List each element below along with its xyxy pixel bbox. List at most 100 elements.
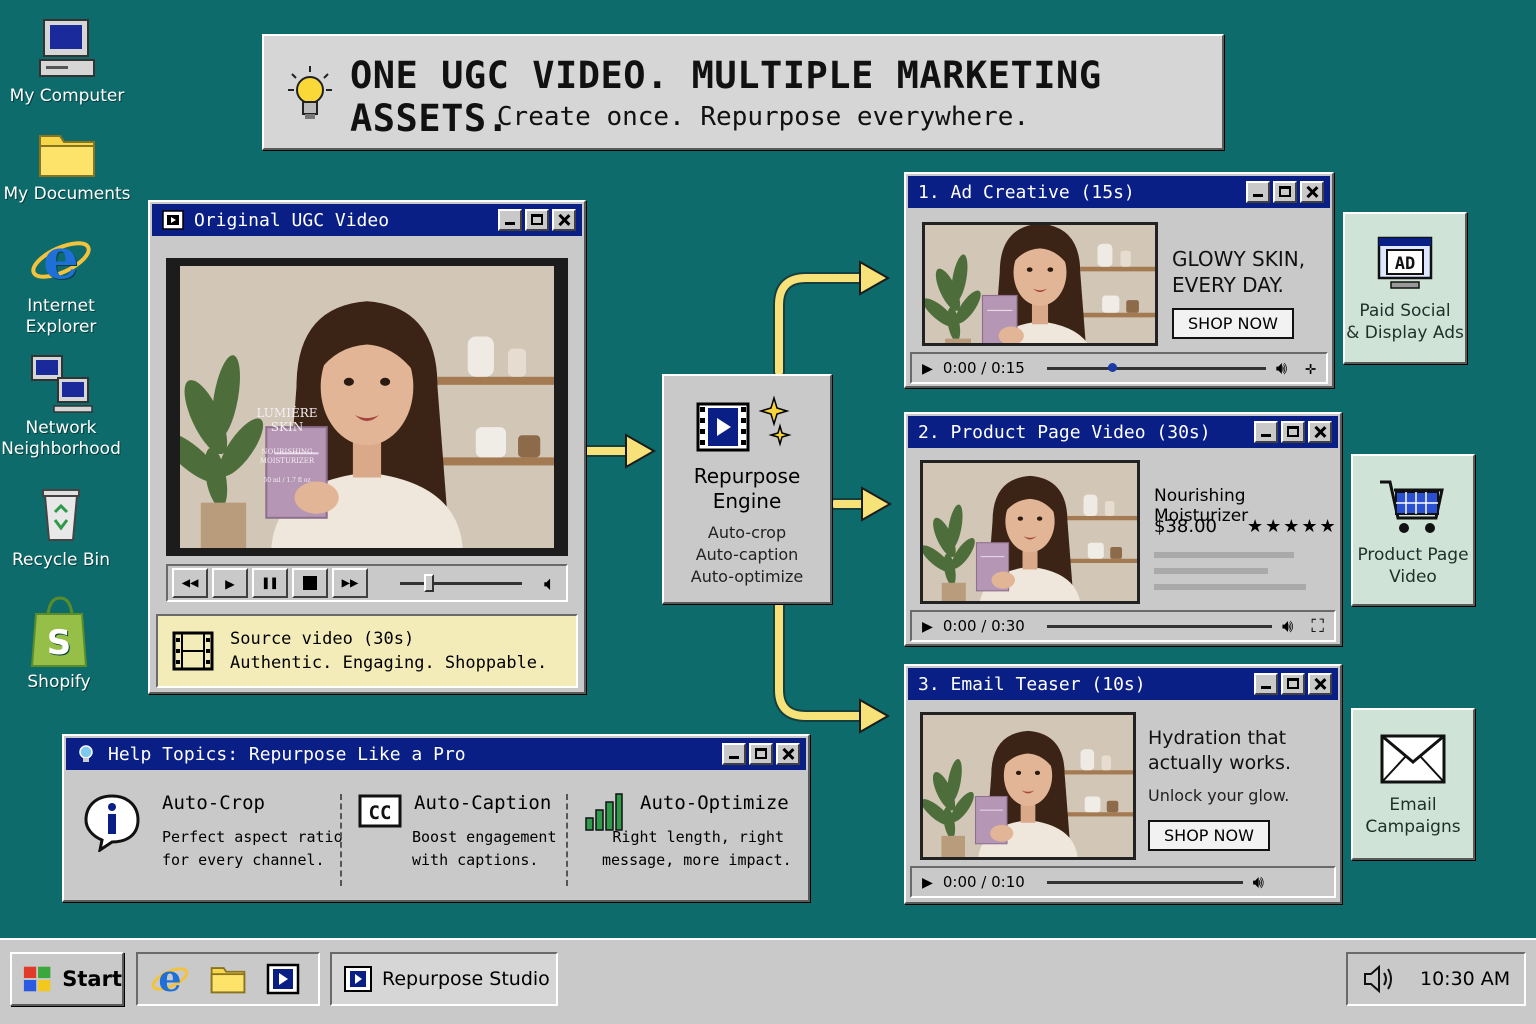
svg-text:e: e [43, 228, 79, 292]
titlebar[interactable]: 1. Ad Creative (15s) [908, 176, 1330, 208]
window-title: 1. Ad Creative (15s) [918, 181, 1135, 203]
video-preview[interactable]: LUMIÈRE SKIN NOURISHING MOISTURIZER 50 m… [180, 266, 554, 548]
play-icon[interactable]: ▶ [922, 358, 933, 379]
engine-feature: Auto-caption [695, 545, 799, 564]
minimize-button[interactable] [1246, 181, 1270, 203]
ad-headline-line1: GLOWY SKIN, [1172, 247, 1306, 271]
product-video-preview[interactable] [920, 460, 1140, 604]
maximize-button[interactable] [525, 209, 549, 231]
help-topics-window[interactable]: Help Topics: Repurpose Like a Pro Auto-C… [62, 734, 810, 902]
stop-button[interactable] [292, 568, 328, 598]
desktop-icon-recycle-bin[interactable]: Recycle Bin [0, 484, 126, 571]
close-button[interactable] [1308, 421, 1332, 443]
start-button[interactable]: Start [10, 952, 124, 1006]
email-video-preview[interactable] [920, 712, 1136, 860]
ad-video-preview[interactable] [922, 222, 1158, 346]
close-button[interactable] [1308, 673, 1332, 695]
closed-caption-icon: CC [358, 794, 402, 828]
ad-progress-track[interactable] [1046, 362, 1266, 372]
volume-icon[interactable]: 🔊︎ [1276, 358, 1287, 379]
volume-icon[interactable]: 🔈︎ [544, 571, 556, 595]
maximize-button[interactable] [1273, 181, 1297, 203]
ie-icon[interactable]: e [150, 959, 190, 999]
volume-icon[interactable]: 🔊︎ [1253, 872, 1264, 893]
recycle-bin-icon [42, 489, 80, 541]
titlebar[interactable]: Help Topics: Repurpose Like a Pro [66, 738, 806, 770]
product-page-card[interactable]: Product Page Video [1351, 454, 1475, 606]
move-icon[interactable]: ✛ [1305, 358, 1316, 379]
volume-icon[interactable]: 🔊︎ [1282, 616, 1293, 637]
email-campaigns-card[interactable]: Email Campaigns [1351, 708, 1475, 860]
maximize-button[interactable] [749, 743, 773, 765]
ad-media-bar: ▶ 0:00 / 0:15 🔊︎ ✛ [910, 352, 1328, 384]
repurpose-engine-panel[interactable]: Repurpose Engine Auto-crop Auto-caption … [662, 374, 832, 604]
desktop-icon-internet-explorer[interactable]: e Internet Explorer [0, 228, 126, 338]
shopify-bag-icon: S [30, 596, 88, 667]
pause-button[interactable]: ❚❚ [252, 568, 288, 598]
close-button[interactable] [1300, 181, 1324, 203]
play-icon[interactable]: ▶ [922, 872, 933, 893]
email-media-bar: ▶ 0:00 / 0:10 🔊︎ [910, 866, 1336, 898]
rewind-button[interactable]: ◀◀ [172, 568, 208, 598]
email-teaser-window[interactable]: 3. Email Teaser (10s) Hydration that act… [904, 664, 1342, 904]
play-button[interactable]: ▶ [212, 568, 248, 598]
help-lamp-icon [79, 745, 93, 762]
network-icon [31, 355, 93, 413]
seek-slider[interactable] [400, 573, 522, 592]
source-info-panel: Source video (30s) Authentic. Engaging. … [156, 614, 578, 688]
product-name: NOURISHING MOISTURIZER [259, 448, 315, 465]
fast-forward-icon: ▶▶ [341, 575, 359, 591]
video-frame: LUMIÈRE SKIN NOURISHING MOISTURIZER 50 m… [166, 258, 568, 556]
product-page-window[interactable]: 2. Product Page Video (30s) Nourishing M… [904, 412, 1342, 646]
email-shop-now-button[interactable]: SHOP NOW [1148, 820, 1270, 851]
desktop-icon-label: Internet Explorer [25, 296, 97, 337]
speaker-icon[interactable] [1362, 964, 1396, 994]
ad-creative-window[interactable]: 1. Ad Creative (15s) GLOWY SKIN, EVERY D… [904, 172, 1334, 388]
media-player-icon[interactable] [266, 963, 300, 995]
player-controls: ◀◀ ▶ ❚❚ ▶▶ 🔈︎ [166, 564, 568, 602]
ad-monitor-icon: AD [1377, 236, 1433, 289]
product-progress-track[interactable] [1046, 624, 1273, 628]
topic-title: Auto-Caption [414, 792, 552, 814]
minimize-button[interactable] [1254, 673, 1278, 695]
titlebar[interactable]: 2. Product Page Video (30s) [908, 416, 1338, 448]
close-button[interactable] [552, 209, 576, 231]
desktop-icon-shopify[interactable]: S Shopify [0, 594, 124, 693]
fullscreen-icon[interactable]: ⛶ [1311, 616, 1324, 637]
ad-shop-now-button[interactable]: SHOP NOW [1172, 308, 1294, 339]
email-time: 0:00 / 0:10 [942, 873, 1025, 891]
minimize-button[interactable] [498, 209, 522, 231]
play-icon[interactable]: ▶ [922, 616, 933, 637]
minimize-button[interactable] [1254, 421, 1278, 443]
email-subline: Unlock your glow. [1148, 786, 1290, 805]
paid-social-card[interactable]: AD Paid Social & Display Ads [1343, 212, 1467, 364]
email-progress-track[interactable] [1046, 880, 1243, 884]
shopping-cart-icon [1380, 480, 1444, 533]
close-button[interactable] [776, 743, 800, 765]
fast-forward-button[interactable]: ▶▶ [332, 568, 368, 598]
minimize-button[interactable] [722, 743, 746, 765]
window-title: 2. Product Page Video (30s) [918, 421, 1211, 443]
maximize-button[interactable] [1281, 673, 1305, 695]
play-icon: ▶ [225, 573, 235, 593]
svg-text:e: e [158, 959, 181, 999]
desktop-icon-my-documents[interactable]: My Documents [2, 128, 132, 205]
titlebar[interactable]: 3. Email Teaser (10s) [908, 668, 1338, 700]
window-title: Original UGC Video [194, 209, 390, 231]
card-label-line2: & Display Ads [1346, 323, 1464, 343]
folder-icon [39, 135, 95, 177]
folder-icon[interactable] [208, 963, 248, 995]
taskbar-task-repurpose-studio[interactable]: Repurpose Studio [330, 952, 558, 1006]
seek-handle[interactable] [424, 573, 434, 592]
original-video-window[interactable]: Original UGC Video LUMIÈRE SKIN NOURISHI… [148, 200, 586, 694]
ad-progress-knob[interactable] [1108, 362, 1118, 372]
arrowhead-product [861, 486, 893, 522]
topic-desc: Perfect aspect ratio [162, 828, 343, 846]
maximize-button[interactable] [1281, 421, 1305, 443]
titlebar[interactable]: Original UGC Video [152, 204, 582, 236]
desktop-icon-my-computer[interactable]: My Computer [2, 16, 132, 107]
arrowhead-ad [859, 260, 891, 296]
product-price: $38.00 [1154, 516, 1217, 537]
quick-launch: e [136, 952, 320, 1006]
desktop-icon-network[interactable]: Network Neighborhood [0, 352, 126, 460]
